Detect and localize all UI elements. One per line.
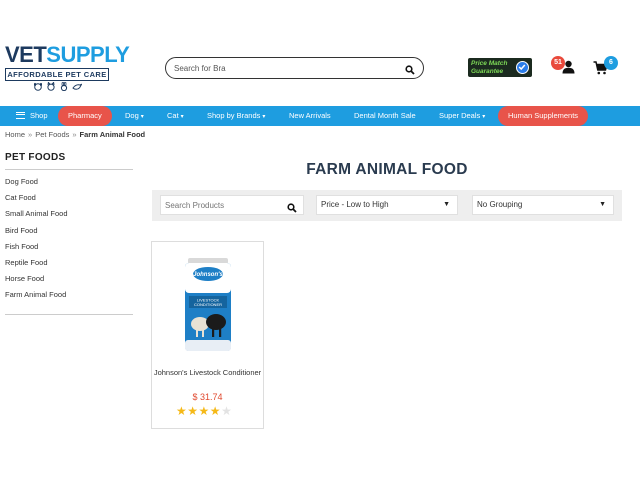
product-search-input[interactable]	[165, 199, 280, 212]
nav-dog-label: Dog	[125, 111, 139, 120]
breadcrumb-home[interactable]: Home	[5, 130, 25, 139]
price-match-line1: Price Match	[471, 60, 508, 67]
sort-select[interactable]: Price - Low to High ▼	[316, 195, 458, 215]
chevron-down-icon: ▾	[262, 114, 266, 120]
sidebar-item-horse-food[interactable]: Horse Food	[5, 275, 133, 291]
price-match-line2: Guarantee	[471, 67, 504, 75]
checkmark-icon	[516, 61, 529, 74]
menu-icon	[16, 111, 25, 119]
product-search	[160, 195, 304, 215]
header-search-input[interactable]	[174, 61, 394, 75]
cart-button[interactable]: 6	[593, 56, 621, 78]
price-match-badge[interactable]: Price Match Guarantee	[468, 58, 532, 77]
product-price: $ 31.74	[192, 392, 223, 402]
cart-count-badge: 6	[604, 56, 618, 70]
nav-dental-label: Dental Month Sale	[354, 111, 416, 120]
sidebar-item-cat-food[interactable]: Cat Food	[5, 194, 133, 210]
user-icon	[562, 60, 575, 79]
nav-new-arrivals-label: New Arrivals	[289, 111, 331, 120]
nav-shop-label: Shop	[30, 111, 48, 120]
pet-icons	[5, 81, 109, 93]
nav-cat[interactable]: Cat ▾	[167, 106, 184, 126]
logo-part-vet: VET	[5, 42, 47, 67]
nav-shop[interactable]: Shop	[16, 106, 48, 126]
category-sidebar: PET FOODS Dog Food Cat Food Small Animal…	[5, 152, 133, 315]
product-card[interactable]: Johnson's LIVESTOCK CONDITIONER Johnson'…	[151, 241, 264, 429]
nav-new-arrivals[interactable]: New Arrivals	[289, 106, 331, 126]
nav-human-supplements-label: Human Supplements	[508, 111, 579, 120]
dropdown-arrow-icon: ▼	[599, 201, 606, 208]
nav-pharmacy[interactable]: Pharmacy	[58, 106, 112, 126]
nav-dental-month-sale[interactable]: Dental Month Sale	[354, 106, 416, 126]
svg-text:CONDITIONER: CONDITIONER	[194, 302, 222, 307]
nav-pharmacy-label: Pharmacy	[68, 111, 102, 120]
cat-icon	[46, 81, 56, 93]
sidebar-list: Dog Food Cat Food Small Animal Food Bird…	[5, 170, 133, 315]
breadcrumb: Home» Pet Foods» Farm Animal Food	[5, 130, 145, 139]
sidebar-item-reptile-food[interactable]: Reptile Food	[5, 258, 133, 275]
nav-super-deals[interactable]: Super Deals ▾	[439, 106, 485, 126]
star-filled-icon: ★	[209, 404, 222, 418]
nav-dog[interactable]: Dog ▾	[125, 106, 144, 126]
chevron-down-icon: ▾	[482, 114, 486, 120]
nav-super-deals-label: Super Deals	[439, 111, 481, 120]
breadcrumb-pet-foods[interactable]: Pet Foods	[35, 130, 69, 139]
sidebar-item-dog-food[interactable]: Dog Food	[5, 177, 133, 194]
sidebar-item-farm-animal-food[interactable]: Farm Animal Food	[5, 291, 133, 307]
nav-human-supplements[interactable]: Human Supplements	[498, 106, 589, 126]
page-title: FARM ANIMAL FOOD	[306, 161, 468, 178]
star-filled-icon: ★	[198, 404, 210, 418]
sidebar-item-small-animal-food[interactable]: Small Animal Food	[5, 210, 133, 226]
logo-part-supply: SUPPLY	[46, 42, 130, 67]
star-empty-icon: ★	[221, 404, 233, 418]
breadcrumb-current: Farm Animal Food	[79, 130, 146, 139]
product-rating: ★★★★★	[176, 404, 240, 418]
rabbit-icon	[59, 81, 69, 93]
nav-brands-label: Shop by Brands	[207, 111, 261, 120]
sidebar-title: PET FOODS	[5, 152, 133, 170]
header-search-bar	[165, 57, 424, 79]
product-brand-text: Johnson's	[193, 272, 223, 278]
star-filled-icon: ★	[176, 404, 188, 418]
site-header: VETSUPPLY AFFORDABLE PET CARE Price Matc…	[0, 0, 640, 106]
product-name[interactable]: Johnson's Livestock Conditioner	[152, 368, 263, 377]
bird-icon	[71, 82, 83, 93]
sidebar-item-bird-food[interactable]: Bird Food	[5, 226, 133, 243]
logo-tagline: AFFORDABLE PET CARE	[5, 68, 109, 81]
grouping-select-value: No Grouping	[477, 200, 523, 209]
logo-wordmark: VETSUPPLY	[5, 42, 130, 67]
nav-cat-label: Cat	[167, 111, 179, 120]
sort-select-value: Price - Low to High	[321, 200, 389, 209]
search-icon[interactable]	[405, 62, 415, 75]
account-button[interactable]: 51	[551, 56, 577, 78]
dropdown-arrow-icon: ▼	[443, 201, 450, 208]
chevron-down-icon: ▾	[180, 114, 184, 120]
main-nav: Shop Pharmacy Dog ▾ Cat ▾ Shop by Brands ▾ …	[0, 106, 640, 126]
price-match-text: Price Match Guarantee	[471, 60, 508, 75]
product-image[interactable]: Johnson's LIVESTOCK CONDITIONER	[182, 256, 234, 354]
nav-shop-by-brands[interactable]: Shop by Brands ▾	[207, 106, 265, 126]
star-filled-icon: ★	[187, 404, 199, 418]
breadcrumb-separator-icon: »	[72, 130, 77, 139]
product-toolbar: Price - Low to High ▼ No Grouping ▼	[152, 190, 622, 221]
chevron-down-icon: ▾	[140, 114, 144, 120]
sidebar-item-fish-food[interactable]: Fish Food	[5, 242, 133, 259]
search-icon[interactable]	[287, 200, 297, 213]
breadcrumb-separator-icon: »	[28, 130, 33, 139]
site-logo[interactable]: VETSUPPLY AFFORDABLE PET CARE	[5, 42, 130, 93]
dog-icon	[33, 82, 43, 93]
grouping-select[interactable]: No Grouping ▼	[472, 195, 614, 215]
